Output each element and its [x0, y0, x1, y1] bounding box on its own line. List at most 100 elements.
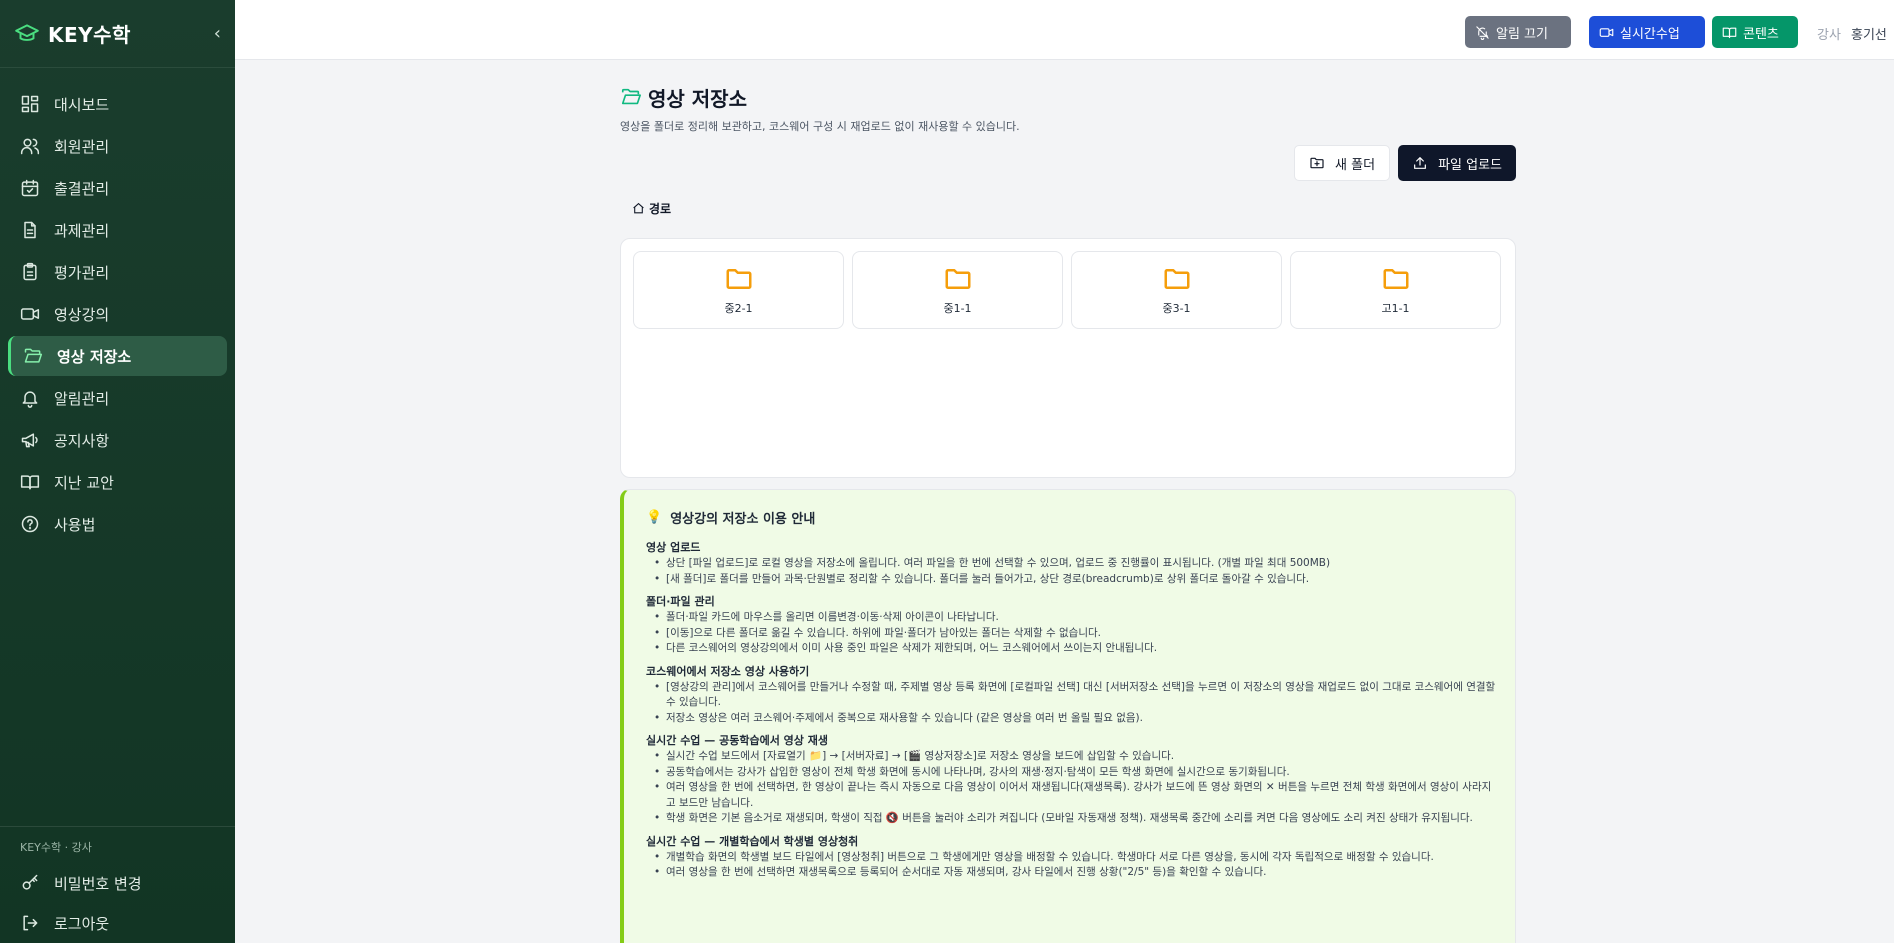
folder-name: 고1-1	[1381, 302, 1410, 315]
document-icon	[24, 221, 36, 239]
sidebar-nav: 대시보드 회원관리 출결관리 과제관리 평가관리 영상강의 영상 저장소 알림관…	[0, 68, 235, 544]
sidebar-item-label: 지난 교안	[54, 473, 114, 492]
new-folder-label: 새 폴더	[1335, 157, 1376, 173]
file-upload-button[interactable]: 파일 업로드	[1398, 145, 1516, 181]
users-icon	[20, 138, 40, 155]
guide-section-heading: 폴더·파일 관리	[646, 595, 715, 608]
guide-section-list: 개별학습 화면의 학생별 보드 타일에서 [영상청취] 버튼으로 그 학생에게만…	[646, 850, 1497, 881]
folder-name: 중2-1	[724, 302, 753, 315]
breadcrumb-root: 경로	[649, 202, 672, 216]
sidebar-item-video-storage[interactable]: 영상 저장소	[8, 336, 227, 376]
sidebar-item-help[interactable]: 사용법	[8, 504, 227, 544]
logout-button[interactable]: 로그아웃	[0, 903, 235, 943]
sidebar-item-label: 영상 저장소	[57, 347, 132, 366]
clipboard-icon	[23, 262, 37, 281]
sidebar-item-past-materials[interactable]: 지난 교안	[8, 462, 227, 502]
bell-off-icon	[1476, 25, 1489, 40]
guide-section-list: 폴더·파일 카드에 마우스를 올리면 이름변경·이동·삭제 아이콘이 나타납니다…	[646, 610, 1497, 657]
folder-open-icon	[621, 88, 641, 105]
guide-section-list: 실시간 수업 보드에서 [자료열기 📁] → [서버자료] → [🎬 영상저장소…	[646, 749, 1497, 827]
lightbulb-icon: 💡	[646, 510, 663, 525]
sidebar-item-members[interactable]: 회원관리	[8, 126, 227, 166]
guide-item: 학생 화면은 기본 음소거로 재생되며, 학생이 직접 🔇 버튼을 눌러야 소리…	[646, 811, 1497, 827]
main-content: 영상 저장소 영상을 폴더로 정리해 보관하고, 코스웨어 구성 시 재업로드 …	[620, 82, 1516, 943]
folder-card[interactable]: 중2-1	[633, 251, 844, 329]
sidebar-item-evaluation[interactable]: 평가관리	[8, 252, 227, 292]
page-actions: 새 폴더 파일 업로드	[1294, 145, 1516, 181]
file-upload-label: 파일 업로드	[1438, 157, 1502, 173]
footer-caption: KEY수학 · 강사	[20, 841, 92, 854]
page-title: 영상 저장소	[648, 86, 747, 111]
mute-notifications-button[interactable]: 알림 끄기	[1465, 16, 1571, 48]
upload-icon	[1414, 157, 1426, 169]
guide-item: 저장소 영상은 여러 코스웨어·주제에서 중복으로 재사용할 수 있습니다 (같…	[646, 711, 1497, 727]
help-icon	[21, 515, 39, 533]
guide-item: 공동학습에서는 강사가 삽입한 영상이 전체 학생 화면에 동시에 나타나며, …	[646, 765, 1497, 781]
sidebar-item-dashboard[interactable]: 대시보드	[8, 84, 227, 124]
folder-icon	[726, 269, 751, 289]
guide-item: 다른 코스웨어의 영상강의에서 이미 사용 중인 파일은 삭제가 제한되며, 어…	[646, 641, 1497, 657]
book-open-icon	[1722, 27, 1737, 38]
sidebar: KEY수학 ‹ 대시보드 회원관리 출결관리 과제관리 평가관리 영상강의 영상…	[0, 0, 235, 943]
guide-item: 여러 영상을 한 번에 선택하면 재생목록으로 등록되어 순서대로 자동 재생되…	[646, 865, 1497, 881]
sidebar-item-video-lectures[interactable]: 영상강의	[8, 294, 227, 334]
chevron-left-icon[interactable]: ‹	[214, 23, 221, 44]
folder-card[interactable]: 중1-1	[852, 251, 1063, 329]
new-folder-button[interactable]: 새 폴더	[1294, 145, 1391, 181]
sidebar-item-assignments[interactable]: 과제관리	[8, 210, 227, 250]
guide-item: [영상강의 관리]에서 코스웨어를 만들거나 수정할 때, 주제별 영상 등록 …	[646, 680, 1497, 711]
guide-item: [이동]으로 다른 폴더로 옮길 수 있습니다. 하위에 파일·폴더가 남아있는…	[646, 626, 1497, 642]
sidebar-item-label: 영상강의	[54, 305, 110, 324]
user-name[interactable]: 홍기선	[1851, 24, 1887, 43]
sidebar-item-announcements[interactable]: 공지사항	[8, 420, 227, 460]
guide-section-heading: 실시간 수업 — 개별학습에서 학생별 영상청취	[646, 834, 859, 848]
video-icon	[20, 308, 40, 320]
logout-icon	[23, 915, 38, 931]
graduation-cap-icon	[15, 23, 39, 41]
guide-section-list: [영상강의 관리]에서 코스웨어를 만들거나 수정할 때, 주제별 영상 등록 …	[646, 680, 1497, 727]
content-button[interactable]: 콘텐츠	[1712, 16, 1798, 48]
change-password-button[interactable]: 비밀번호 변경	[0, 863, 235, 903]
folder-icon	[1383, 269, 1408, 289]
home-icon	[633, 202, 644, 214]
key-icon	[22, 874, 38, 890]
folder-card[interactable]: 고1-1	[1290, 251, 1501, 329]
live-class-button[interactable]: 실시간수업	[1589, 16, 1705, 48]
top-header: 알림 끄기 실시간수업 콘텐츠 강사 홍기선	[235, 0, 1894, 60]
guide-section-heading: 코스웨어에서 저장소 영상 사용하기	[646, 664, 810, 678]
sidebar-item-label: 과제관리	[54, 221, 110, 240]
folder-grid: 중2-1 중1-1 중3-1 고1-1	[621, 239, 1515, 341]
folder-name: 중1-1	[943, 302, 972, 315]
book-icon	[20, 475, 40, 490]
page-header: 영상 저장소	[620, 82, 1516, 112]
sidebar-item-label: 평가관리	[54, 263, 110, 282]
calendar-check-icon	[21, 179, 39, 197]
folder-name: 중3-1	[1162, 302, 1191, 315]
user-role: 강사	[1817, 28, 1841, 43]
sidebar-item-attendance[interactable]: 출결관리	[8, 168, 227, 208]
sidebar-item-label: 알림관리	[54, 389, 110, 408]
guide-item: 실시간 수업 보드에서 [자료열기 📁] → [서버자료] → [🎬 영상저장소…	[646, 749, 1497, 765]
sidebar-item-label: 사용법	[54, 515, 96, 534]
bell-icon	[22, 391, 38, 408]
folder-icon	[945, 269, 970, 289]
breadcrumb[interactable]: 경로	[632, 200, 671, 217]
guide-title: 💡 영상강의 저장소 이용 안내	[646, 508, 1497, 527]
folder-card[interactable]: 중3-1	[1071, 251, 1282, 329]
mute-label: 알림 끄기	[1496, 26, 1548, 42]
guide-item: 상단 [파일 업로드]로 로컬 영상을 저장소에 올립니다. 여러 파일을 한 …	[646, 556, 1497, 572]
guide-item: 폴더·파일 카드에 마우스를 올리면 이름변경·이동·삭제 아이콘이 나타납니다…	[646, 610, 1497, 626]
logout-label: 로그아웃	[54, 914, 110, 933]
change-password-label: 비밀번호 변경	[54, 874, 142, 893]
video-icon	[1599, 27, 1614, 37]
live-class-label: 실시간수업	[1620, 26, 1680, 42]
guide-section-list: 상단 [파일 업로드]로 로컬 영상을 저장소에 올립니다. 여러 파일을 한 …	[646, 556, 1497, 587]
guide-item: 여러 영상을 한 번에 선택하면, 한 영상이 끝나는 즉시 자동으로 다음 영…	[646, 780, 1497, 811]
guide-item: 개별학습 화면의 학생별 보드 타일에서 [영상청취] 버튼으로 그 학생에게만…	[646, 850, 1497, 866]
folder-panel: 중2-1 중1-1 중3-1 고1-1	[620, 238, 1516, 478]
sidebar-item-notifications[interactable]: 알림관리	[8, 378, 227, 418]
sidebar-footer: KEY수학 · 강사 비밀번호 변경 로그아웃	[0, 826, 235, 943]
sidebar-item-label: 대시보드	[54, 95, 110, 114]
guide-item: [새 폴더]로 폴더를 만들어 과목·단원별로 정리할 수 있습니다. 폴더를 …	[646, 572, 1497, 588]
brand-name: KEY수학	[48, 23, 131, 47]
